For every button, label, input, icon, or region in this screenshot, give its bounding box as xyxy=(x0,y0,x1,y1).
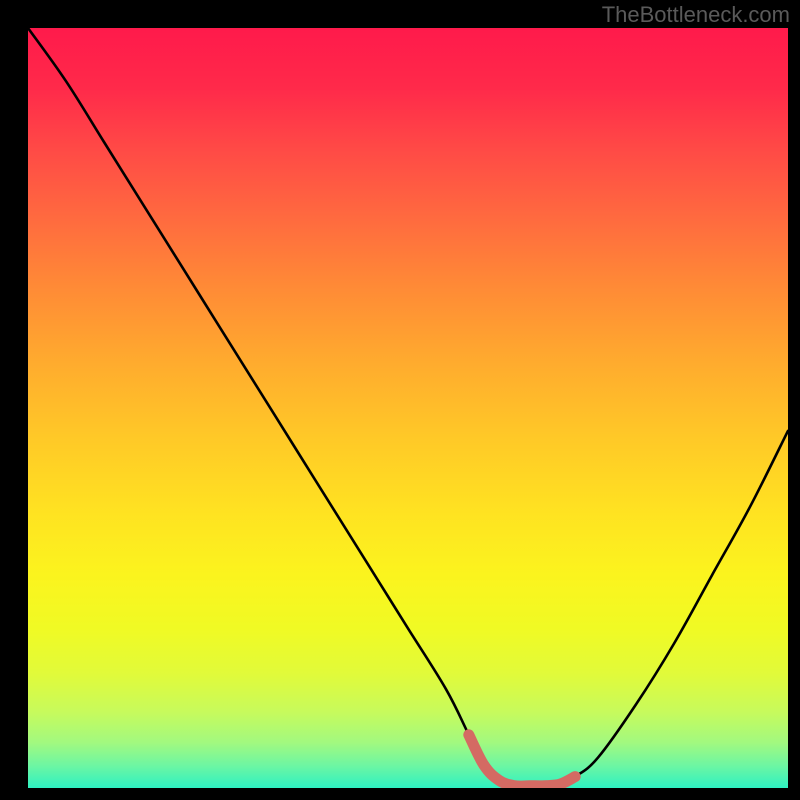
curve-svg xyxy=(28,28,788,788)
chart-container: TheBottleneck.com xyxy=(0,0,800,800)
bottleneck-curve xyxy=(28,28,788,786)
highlight-segment xyxy=(469,735,575,786)
watermark-text: TheBottleneck.com xyxy=(602,2,790,28)
plot-area xyxy=(28,28,788,788)
